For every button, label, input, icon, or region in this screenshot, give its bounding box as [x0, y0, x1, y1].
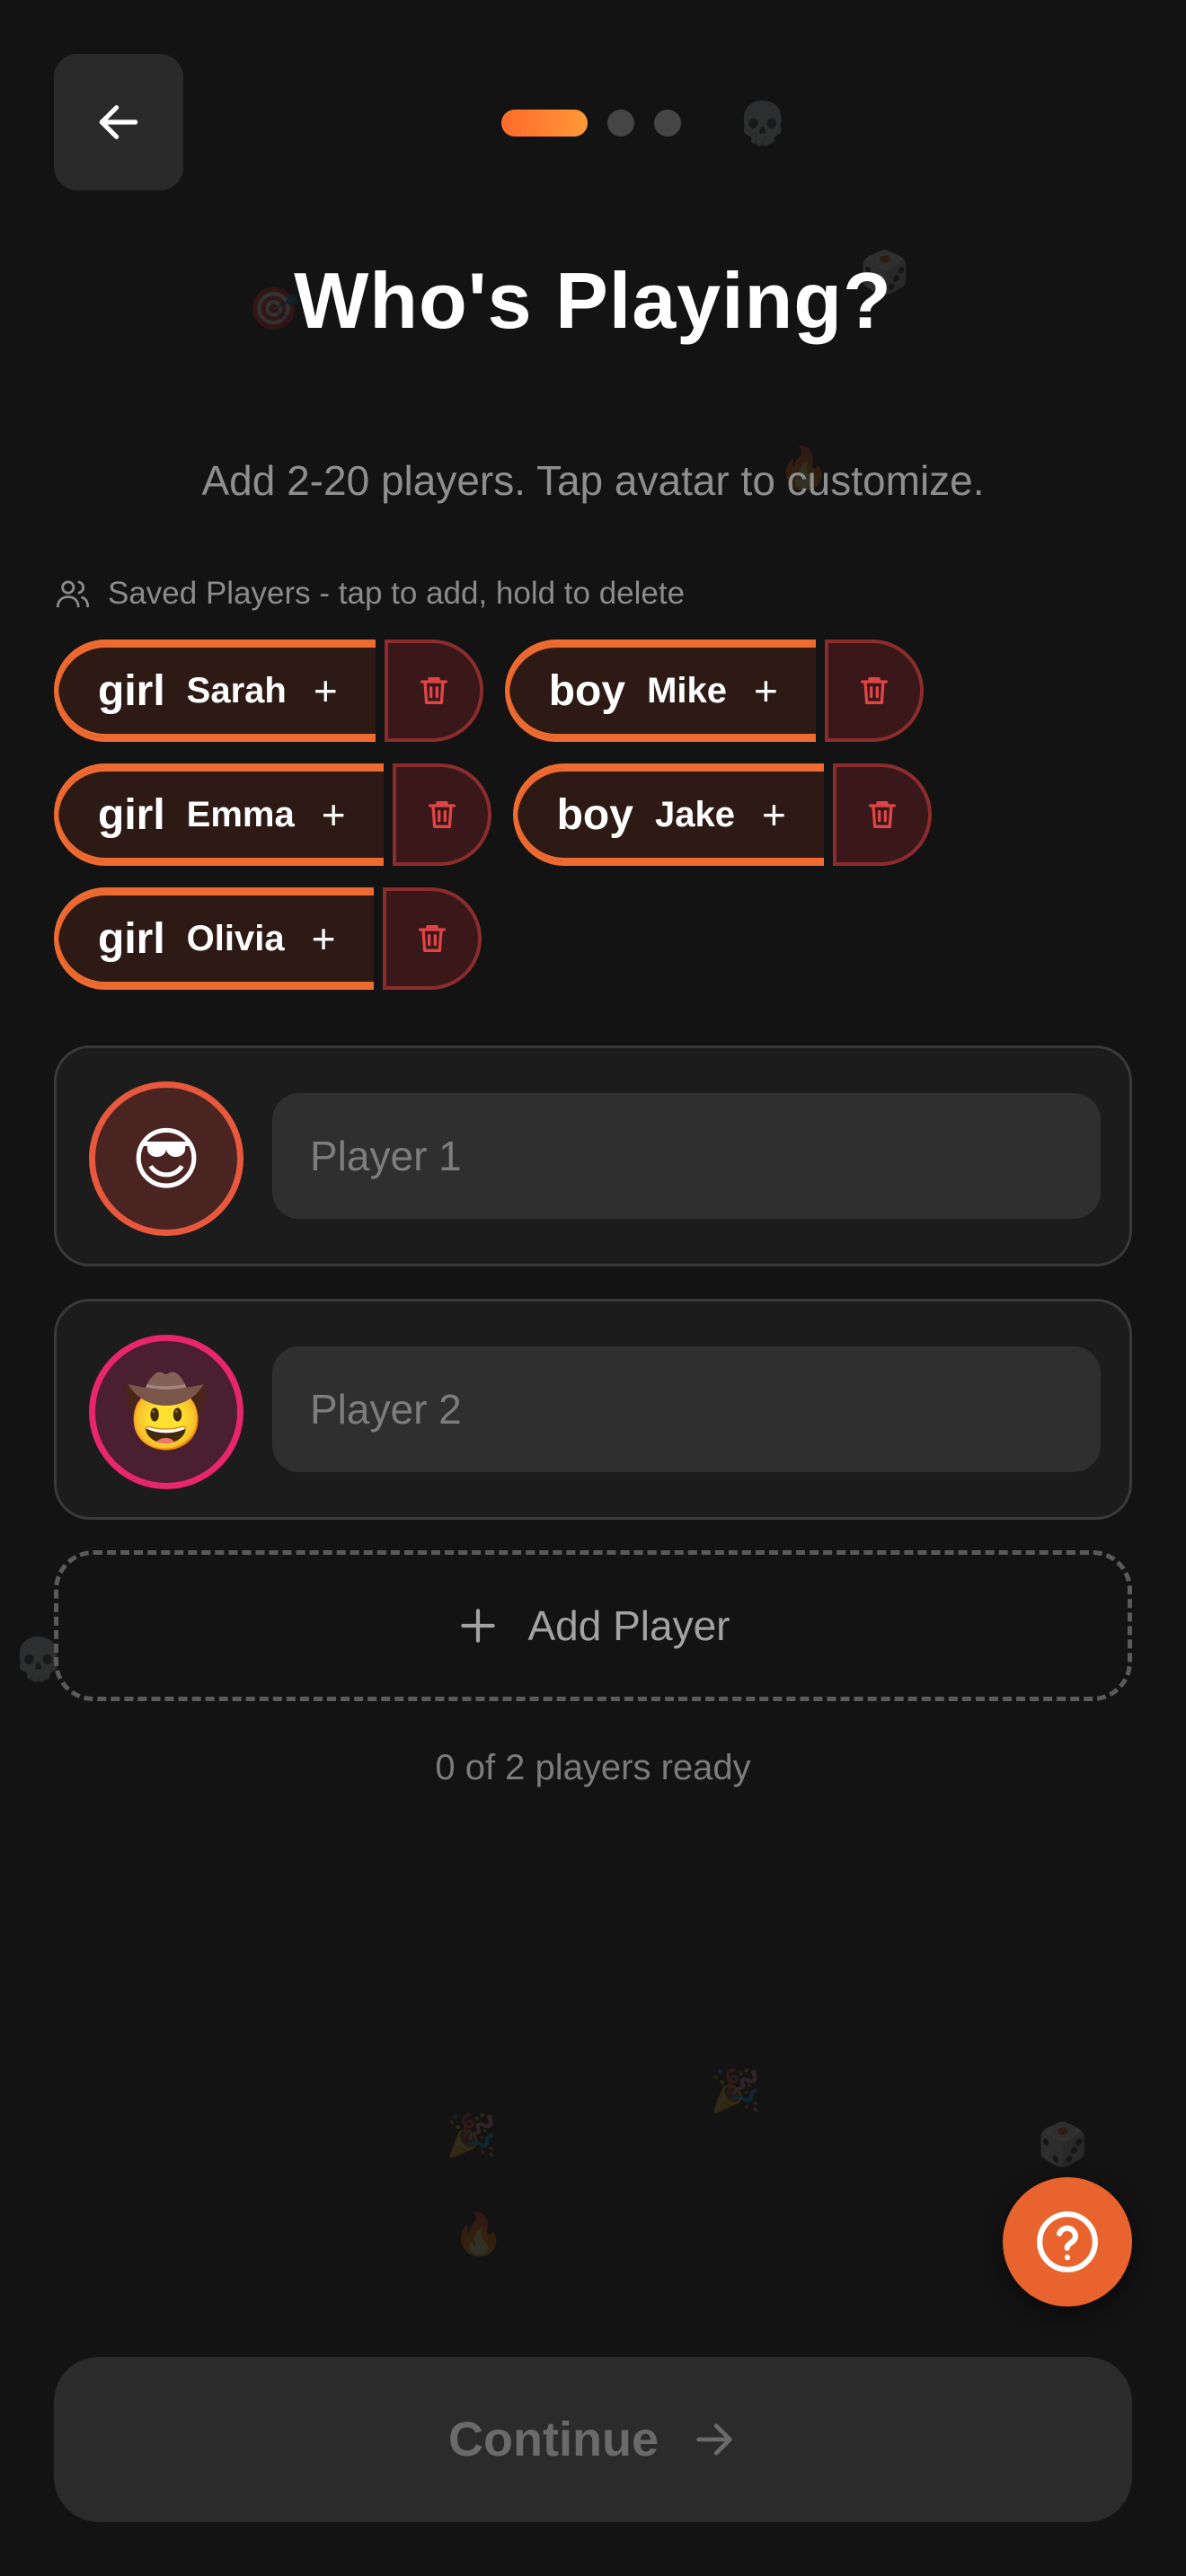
saved-players-label: Saved Players - tap to add, hold to dele… [54, 575, 685, 613]
progress-step-active [501, 110, 588, 137]
saved-player-gender: girl [98, 914, 165, 963]
saved-player-add-button[interactable]: boy Jake + [512, 763, 824, 866]
saved-player-delete-button[interactable] [382, 887, 482, 990]
saved-player-chip: girl Olivia + [54, 887, 482, 990]
saved-player-delete-button[interactable] [384, 640, 483, 742]
party-decoration-icon: 🎉 [710, 2066, 762, 2114]
saved-player-delete-button[interactable] [832, 763, 932, 866]
page-subtitle: Add 2-20 players. Tap avatar to customiz… [201, 457, 985, 504]
saved-player-name: Mike [647, 670, 727, 710]
player-avatar-button[interactable]: 😎 [89, 1081, 243, 1236]
saved-players-row: girl Emma + boy Jake + [54, 763, 932, 866]
plus-icon: + [754, 667, 778, 714]
player-name-input[interactable] [272, 1346, 1101, 1472]
saved-player-delete-button[interactable] [392, 763, 491, 866]
plus-icon: + [313, 667, 338, 714]
saved-player-gender: girl [98, 790, 165, 839]
question-icon [1037, 2211, 1098, 2272]
saved-player-add-button[interactable]: girl Emma + [54, 763, 384, 866]
skull-decoration-icon: 💀 [737, 99, 789, 147]
sunglasses-face-icon: 😎 [130, 1121, 202, 1198]
users-icon [56, 580, 90, 608]
page-title: Who's Playing? [294, 256, 892, 345]
saved-players-label-text: Saved Players - tap to add, hold to dele… [108, 576, 686, 611]
saved-player-add-button[interactable]: boy Mike + [504, 640, 816, 742]
saved-players-row: girl Olivia + [54, 887, 482, 990]
plus-icon [461, 1609, 496, 1643]
help-button[interactable] [1003, 2177, 1132, 2307]
add-player-label: Add Player [527, 1602, 730, 1649]
continue-button[interactable]: Continue [54, 2357, 1132, 2522]
saved-player-chip: girl Emma + [54, 763, 491, 866]
arrow-left-icon [99, 105, 138, 139]
saved-player-chip: boy Jake + [512, 763, 932, 866]
saved-player-name: Sarah [186, 670, 287, 710]
back-button[interactable] [54, 54, 183, 190]
trash-icon [420, 677, 447, 704]
saved-player-add-button[interactable]: girl Sarah + [54, 640, 376, 742]
dice-decoration-icon: 🎲 [1037, 2120, 1089, 2168]
saved-players-row: girl Sarah + boy Mike + [54, 640, 924, 742]
trash-icon [868, 801, 896, 828]
progress-step-dot [654, 110, 681, 137]
saved-player-gender: boy [556, 790, 633, 839]
player-name-input[interactable] [272, 1093, 1101, 1219]
plus-icon: + [311, 915, 336, 962]
saved-player-gender: boy [548, 666, 626, 715]
trash-icon [428, 801, 456, 828]
saved-player-delete-button[interactable] [824, 640, 924, 742]
trash-icon [418, 925, 446, 952]
player-card: 🤠 [54, 1299, 1132, 1520]
player-avatar-button[interactable]: 🤠 [89, 1335, 243, 1489]
cowboy-face-icon: 🤠 [123, 1374, 209, 1451]
progress-step-dot [607, 110, 634, 137]
trash-icon [860, 677, 888, 704]
saved-player-chip: girl Sarah + [54, 640, 483, 742]
saved-player-add-button[interactable]: girl Olivia + [54, 887, 374, 990]
add-player-button[interactable]: Add Player [54, 1550, 1132, 1701]
saved-player-name: Emma [186, 794, 295, 834]
step-progress-indicator [501, 110, 681, 137]
party-decoration-icon: 🎉 [446, 2111, 498, 2159]
saved-player-name: Olivia [186, 918, 285, 958]
continue-label: Continue [448, 2413, 659, 2466]
plus-icon: + [321, 791, 346, 838]
player-card: 😎 [54, 1045, 1132, 1266]
saved-player-chip: boy Mike + [504, 640, 924, 742]
plus-icon: + [761, 791, 786, 838]
saved-player-name: Jake [654, 794, 735, 834]
players-screen: 💀 🎲 🎯 🔥 🎲 🔥 🎭 💀 🎉 🎉 🎲 🔥 Who's Playing? A… [0, 0, 1186, 2576]
fire-decoration-icon: 🔥 [453, 2210, 505, 2258]
arrow-right-icon [696, 2423, 732, 2456]
saved-player-gender: girl [98, 666, 165, 715]
ready-status: 0 of 2 players ready [435, 1748, 751, 1787]
